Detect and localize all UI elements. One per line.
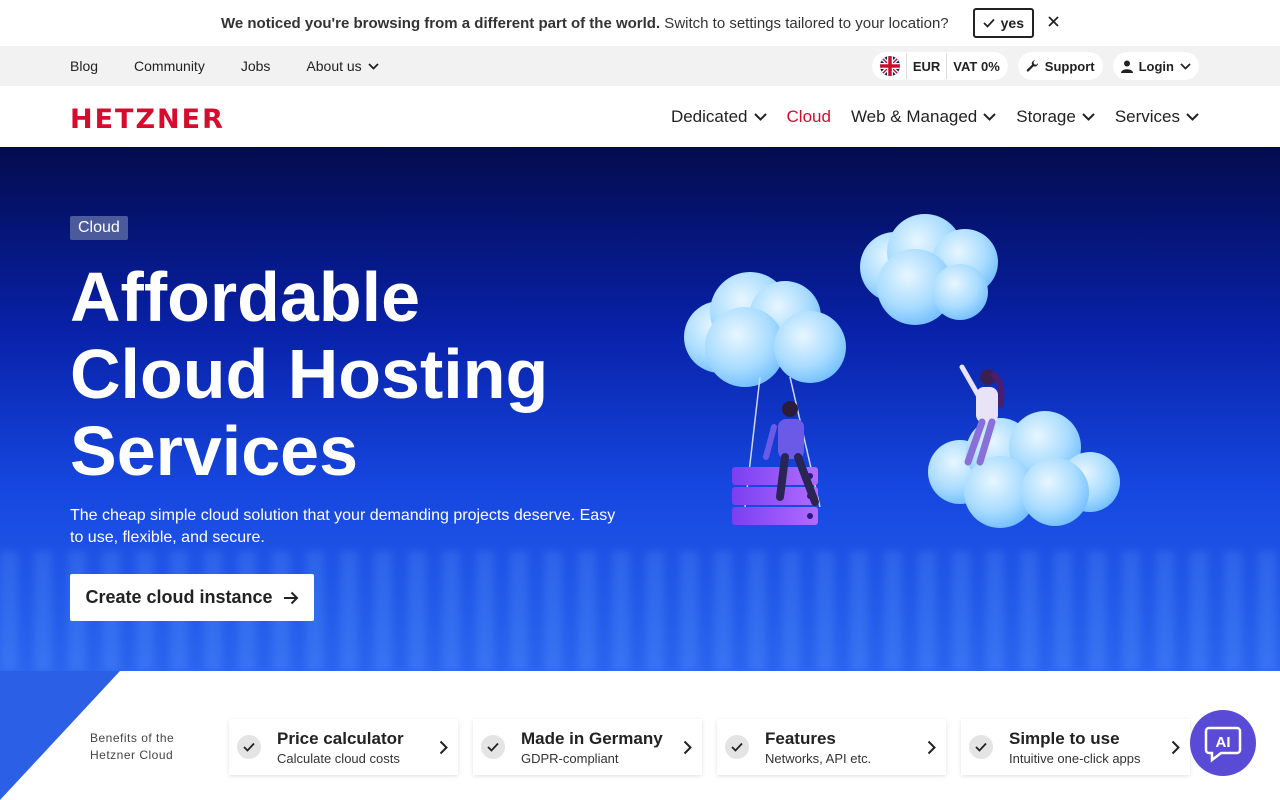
chevron-down-icon <box>983 112 996 121</box>
about-us-dropdown[interactable]: About us <box>306 58 379 74</box>
nav-item-services[interactable]: Services <box>1115 107 1199 127</box>
nav-item-dedicated-label: Dedicated <box>670 106 748 126</box>
benefit-card-price-calculator[interactable]: Price calculator Calculate cloud costs <box>229 719 458 775</box>
cta-label: Create cloud instance <box>85 587 273 607</box>
locale-divider-2 <box>946 53 948 79</box>
cloud-bottom-right <box>928 411 1120 528</box>
notice-text: We noticed you're browsing from a differ… <box>221 15 949 32</box>
benefit-card-subtitle: GDPR-compliant <box>521 750 619 766</box>
benefits-label: Benefits of the Hetzner Cloud <box>90 730 174 764</box>
notice-yes-label: yes <box>1000 15 1024 31</box>
create-cloud-instance-button[interactable]: Create cloud instance <box>70 574 314 621</box>
benefit-card-text: Simple to use Intuitive one-click apps <box>1009 729 1171 766</box>
locale-divider <box>905 53 907 79</box>
benefits-label-line-1: Benefits of the <box>90 731 175 745</box>
check-icon <box>237 735 261 759</box>
benefit-card-subtitle: Intuitive one-click apps <box>1009 750 1141 766</box>
chevron-down-icon <box>368 62 379 70</box>
hero-subtitle: The cheap simple cloud solution that you… <box>70 507 616 546</box>
close-icon[interactable] <box>1048 14 1059 32</box>
main-navigation: HETZNER Dedicated Cloud Web & Managed St… <box>0 86 1280 147</box>
user-icon <box>1120 60 1133 73</box>
support-button[interactable]: Support <box>1017 52 1103 80</box>
nav-item-cloud[interactable]: Cloud <box>787 107 831 127</box>
nav-item-storage[interactable]: Storage <box>1016 107 1095 127</box>
community-link-label: Community <box>134 58 205 74</box>
nav-item-web-managed-label: Web & Managed <box>850 106 978 126</box>
ai-assistant-button[interactable]: AI <box>1190 710 1256 776</box>
check-icon <box>969 735 993 759</box>
jobs-link[interactable]: Jobs <box>241 58 271 74</box>
cloud-left <box>684 272 846 387</box>
benefit-card-features[interactable]: Features Networks, API etc. <box>717 719 946 775</box>
locale-selector[interactable]: EUR VAT 0% <box>871 52 1008 80</box>
nav-links: Dedicated Cloud Web & Managed Storage Se… <box>671 86 1199 147</box>
benefit-card-text: Price calculator Calculate cloud costs <box>277 729 439 766</box>
chevron-down-icon <box>1082 112 1095 121</box>
hero-section: Cloud Affordable Cloud Hosting Services … <box>0 147 1280 671</box>
notice-question-text: Switch to settings tailored to your loca… <box>660 14 949 32</box>
currency-label: EUR <box>912 58 941 74</box>
benefit-card-text: Made in Germany GDPR-compliant <box>521 729 683 766</box>
nav-item-web-managed[interactable]: Web & Managed <box>851 107 996 127</box>
jobs-link-label: Jobs <box>240 58 271 74</box>
nav-item-cloud-label: Cloud <box>786 106 831 126</box>
chevron-right-icon <box>439 740 448 754</box>
location-notice-bar: We noticed you're browsing from a differ… <box>0 0 1280 46</box>
ai-label: AI <box>1216 734 1231 751</box>
chevron-down-icon <box>1180 62 1191 70</box>
benefits-section: Benefits of the Hetzner Cloud Price calc… <box>0 671 1280 800</box>
benefit-card-title: Made in Germany <box>521 728 663 748</box>
notice-yes-button[interactable]: yes <box>972 8 1034 38</box>
benefit-card-title: Features <box>765 728 836 748</box>
hero-title-line-1: Affordable <box>70 258 420 336</box>
check-icon <box>481 735 505 759</box>
cloud-illustration <box>684 214 1120 528</box>
vat-label: VAT 0% <box>953 58 1000 74</box>
benefit-card-title: Simple to use <box>1009 728 1120 748</box>
nav-item-storage-label: Storage <box>1016 106 1076 126</box>
nav-item-dedicated[interactable]: Dedicated <box>671 107 767 127</box>
benefit-card-subtitle: Networks, API etc. <box>765 750 872 766</box>
uk-flag-icon <box>879 56 900 76</box>
hero-title: Affordable Cloud Hosting Services <box>70 259 630 490</box>
nav-item-services-label: Services <box>1114 106 1180 126</box>
benefit-card-title: Price calculator <box>277 728 404 748</box>
utility-links: Blog Community Jobs About us <box>70 46 379 86</box>
check-icon <box>983 18 995 28</box>
chevron-right-icon <box>1171 740 1180 754</box>
utility-actions: EUR VAT 0% Support Login <box>871 46 1199 86</box>
benefits-label-line-2: Hetzner Cloud <box>90 748 174 762</box>
benefit-card-simple-to-use[interactable]: Simple to use Intuitive one-click apps <box>961 719 1190 775</box>
chevron-right-icon <box>683 740 692 754</box>
chevron-right-icon <box>927 740 936 754</box>
wrench-icon <box>1026 59 1038 72</box>
cloud-top-right <box>860 214 998 325</box>
about-us-label: About us <box>306 58 362 74</box>
community-link[interactable]: Community <box>134 58 205 74</box>
hero-title-line-2: Cloud Hosting <box>70 335 549 413</box>
blog-link-label: Blog <box>70 58 99 74</box>
blog-link[interactable]: Blog <box>70 58 98 74</box>
benefit-card-text: Features Networks, API etc. <box>765 729 927 766</box>
chevron-down-icon <box>1186 112 1199 121</box>
chevron-down-icon <box>753 112 767 121</box>
hero-badge: Cloud <box>70 216 128 240</box>
support-label: Support <box>1044 58 1095 74</box>
check-icon <box>725 735 749 759</box>
utility-bar: Blog Community Jobs About us EUR VAT 0% … <box>0 46 1280 86</box>
hetzner-logo[interactable]: HETZNER <box>70 104 225 135</box>
notice-bold-text: We noticed you're browsing from a differ… <box>220 14 661 32</box>
chat-bubble-icon: AI <box>1204 726 1242 763</box>
benefit-card-subtitle: Calculate cloud costs <box>277 750 400 766</box>
benefit-card-made-in-germany[interactable]: Made in Germany GDPR-compliant <box>473 719 702 775</box>
login-dropdown[interactable]: Login <box>1112 52 1199 80</box>
login-label: Login <box>1138 58 1174 74</box>
arrow-right-icon <box>283 591 298 604</box>
hero-title-line-3: Services <box>70 412 359 490</box>
